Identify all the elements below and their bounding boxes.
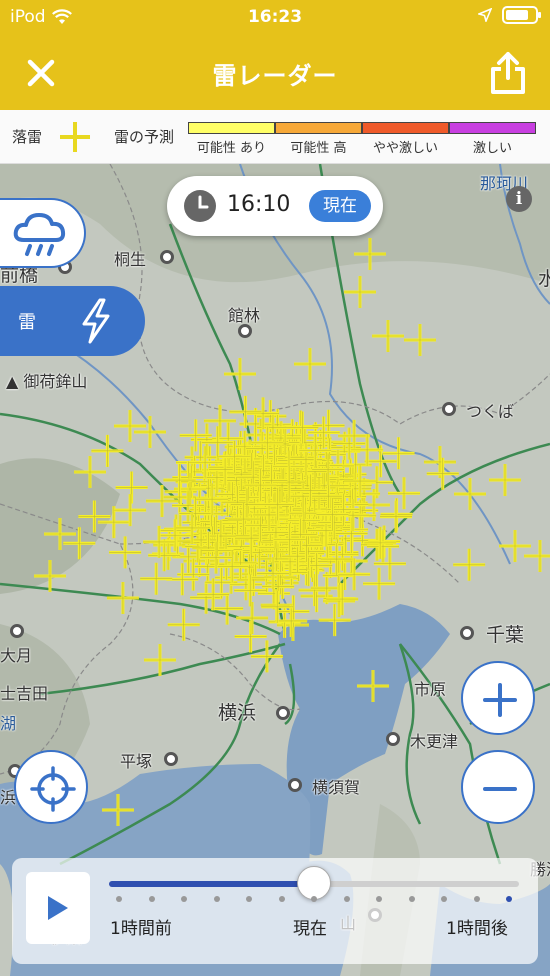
forecast-color-scale: [188, 122, 536, 134]
city-marker: [442, 402, 456, 416]
timeline-tick: [148, 896, 155, 902]
city-marker: [160, 250, 174, 264]
observed-time: 16:10: [227, 192, 291, 217]
current-time-pill: 16:10 現在: [167, 176, 383, 236]
forecast-level-swatch: [449, 122, 536, 134]
timeline-tick: [376, 896, 382, 902]
place-label: 桐生: [114, 250, 147, 269]
forecast-level-label: やや激しい: [372, 141, 438, 156]
timeline-tick: [441, 896, 447, 902]
timeline-tick: [181, 896, 187, 902]
place-label: 士吉田: [0, 684, 49, 703]
zoom-out-button[interactable]: [461, 750, 535, 824]
timeline-tick: [246, 896, 252, 902]
legend-bar: 落雷 雷の予測 可能性 あり 可能性 高 やや激しい 激しい: [0, 110, 550, 164]
place-label: 千葉: [486, 624, 525, 646]
forecast-level-swatch: [362, 122, 449, 134]
place-label: 木更津: [410, 732, 459, 751]
clock-icon: [184, 190, 216, 222]
current-location-button[interactable]: [14, 750, 88, 824]
timeline-thumb[interactable]: [297, 866, 331, 900]
page-title: 雷レーダー: [212, 62, 338, 90]
forecast-level-label: 可能性 高: [290, 141, 347, 156]
city-marker: [460, 626, 474, 640]
place-label: 横須賀: [312, 778, 361, 797]
zoom-in-button[interactable]: [461, 661, 535, 735]
play-button[interactable]: [26, 872, 90, 944]
info-icon[interactable]: i: [506, 186, 532, 212]
city-marker: [238, 324, 252, 338]
timeline-tick: [311, 896, 317, 902]
rain-cloud-icon: [13, 213, 66, 256]
battery-icon: [502, 6, 541, 24]
thunder-layer-button[interactable]: 雷: [0, 286, 145, 356]
forecast-legend-label: 雷の予測: [114, 128, 175, 146]
forecast-level-labels: 可能性 あり 可能性 高 やや激しい 激しい: [188, 137, 536, 156]
timeline-tick: [278, 896, 285, 902]
status-time: 16:23: [247, 7, 303, 27]
lightning-legend-label: 落雷: [12, 128, 43, 146]
place-label: つくば: [466, 402, 515, 421]
forecast-level-label: 激しい: [472, 141, 512, 156]
mountain-label: ▲ 御荷鉾山: [6, 372, 88, 391]
timeline-panel: 1時間前 現在 1時間後: [12, 858, 538, 964]
rain-layer-button[interactable]: [0, 198, 86, 268]
minus-icon: [483, 787, 517, 791]
forecast-level-swatch: [188, 122, 275, 134]
forecast-level-swatch: [275, 122, 362, 134]
location-arrow-icon: [478, 8, 492, 22]
place-label: 大月: [0, 646, 33, 665]
plus-icon: [483, 683, 517, 717]
forecast-level-label: 可能性 あり: [196, 141, 267, 156]
timeline-start-label: 1時間前: [110, 919, 172, 939]
city-marker: [386, 732, 400, 746]
timeline-tick: [116, 896, 122, 902]
timeline-tick: [213, 896, 220, 902]
timeline-end-label: 1時間後: [446, 919, 508, 939]
play-icon: [48, 896, 68, 920]
crosshair-icon: [30, 766, 76, 812]
place-label: 館林: [228, 306, 261, 325]
now-badge: 現在: [309, 190, 371, 222]
timeline-tick: [506, 896, 512, 902]
timeline-tick: [473, 896, 480, 902]
lightning-bolt-icon: [82, 298, 110, 344]
thunder-layer-label: 雷: [18, 312, 36, 333]
timeline-tick: [408, 896, 415, 902]
timeline-tick: [343, 896, 350, 902]
city-marker: [164, 752, 178, 766]
timeline-now-label: 現在: [293, 919, 327, 939]
status-bar: iPod 16:23: [0, 0, 550, 36]
place-label: 水: [538, 268, 550, 290]
city-marker: [288, 778, 302, 792]
lightning-cross-icon: [60, 122, 90, 152]
place-label: 横浜: [218, 702, 257, 724]
share-icon[interactable]: [488, 50, 528, 96]
place-label: 平塚: [120, 752, 153, 771]
city-marker: [276, 706, 290, 720]
city-marker: [10, 624, 24, 638]
status-right: [478, 6, 541, 24]
app-header: 雷レーダー: [0, 36, 550, 110]
timeline-progress: [109, 881, 314, 887]
place-label: 湖: [0, 714, 17, 733]
place-label: 市原: [414, 680, 447, 699]
